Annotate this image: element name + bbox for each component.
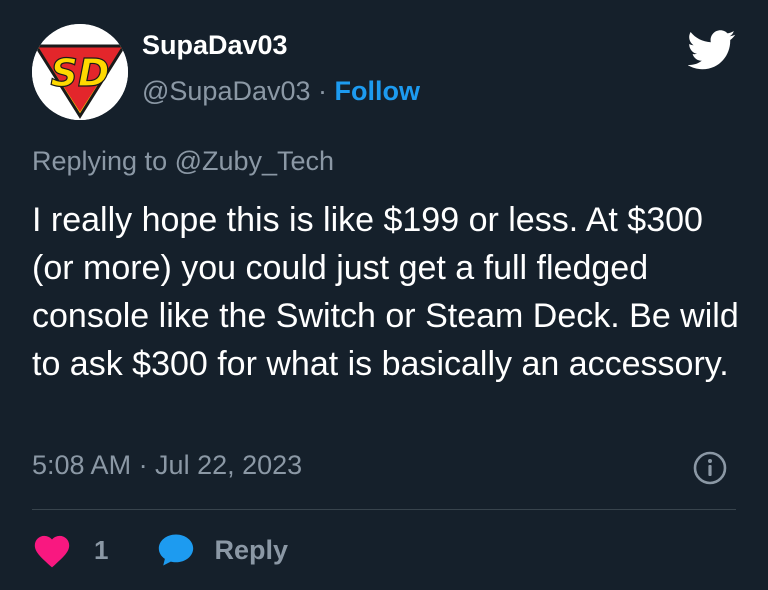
like-button[interactable]: 1 xyxy=(32,532,108,568)
replying-to[interactable]: Replying to @Zuby_Tech xyxy=(32,146,334,177)
twitter-bird-icon[interactable] xyxy=(688,30,736,70)
tweet-text: I really hope this is like $199 or less.… xyxy=(32,201,739,383)
follow-button[interactable]: Follow xyxy=(335,76,420,106)
avatar-logo-text: SD xyxy=(51,51,110,95)
author-handle[interactable]: @SupaDav03 xyxy=(142,76,311,106)
reply-button[interactable]: Reply xyxy=(156,532,288,568)
handle-separator: · xyxy=(318,76,328,106)
divider xyxy=(32,509,736,510)
author-display-name[interactable]: SupaDav03 xyxy=(142,30,288,61)
action-bar: 1 Reply xyxy=(32,528,288,572)
speech-bubble-icon xyxy=(159,534,194,566)
info-icon[interactable] xyxy=(692,450,728,486)
tweet-card: SD SupaDav03 @SupaDav03 · Follow Replyin… xyxy=(0,0,768,590)
like-count: 1 xyxy=(94,534,109,565)
reply-label: Reply xyxy=(214,534,288,565)
author-handle-row: @SupaDav03 · Follow xyxy=(142,76,420,107)
heart-icon xyxy=(34,535,70,568)
avatar[interactable]: SD xyxy=(32,24,128,120)
avatar-logo: SD xyxy=(32,24,128,120)
tweet-timestamp[interactable]: 5:08 AM · Jul 22, 2023 xyxy=(32,450,302,481)
